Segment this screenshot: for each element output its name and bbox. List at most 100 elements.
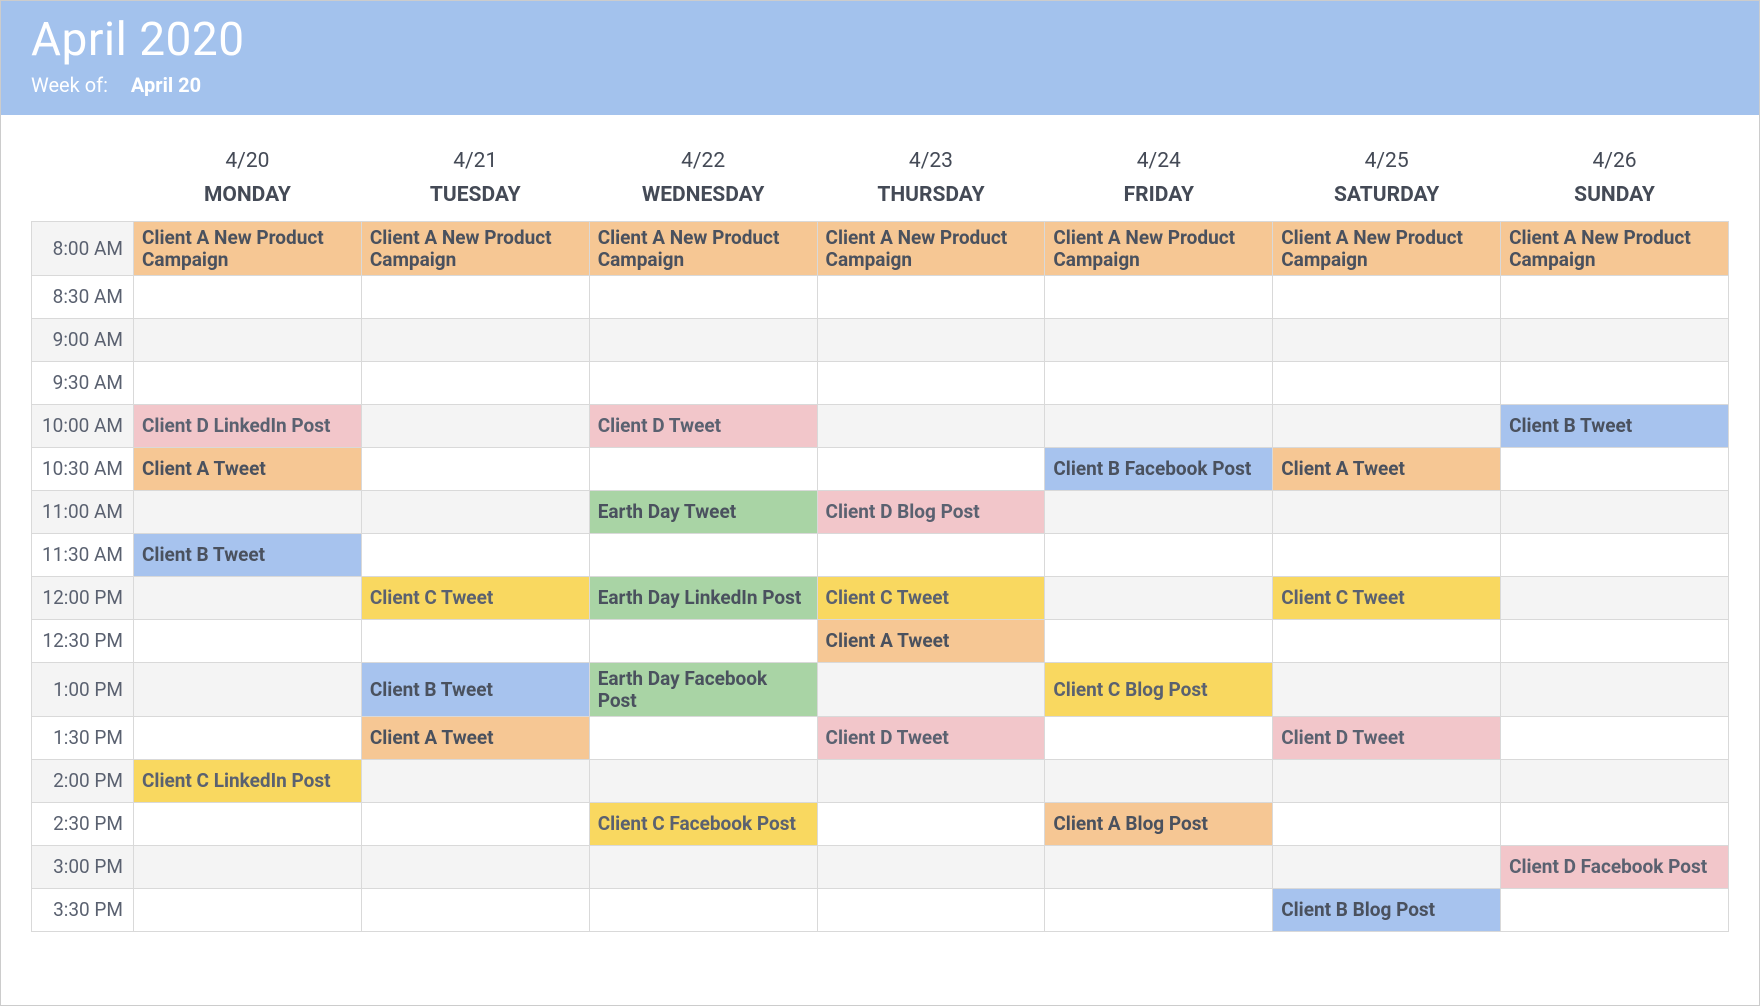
calendar-event[interactable]: Client C Tweet: [817, 577, 1045, 620]
calendar-cell[interactable]: [1501, 362, 1729, 405]
calendar-cell[interactable]: [1501, 534, 1729, 577]
calendar-cell[interactable]: [1045, 319, 1273, 362]
calendar-cell[interactable]: [1501, 319, 1729, 362]
calendar-cell[interactable]: [1501, 760, 1729, 803]
calendar-cell[interactable]: [589, 319, 817, 362]
calendar-cell[interactable]: [817, 448, 1045, 491]
calendar-cell[interactable]: [1501, 577, 1729, 620]
calendar-cell[interactable]: [1045, 534, 1273, 577]
calendar-cell[interactable]: [1045, 889, 1273, 932]
calendar-event[interactable]: Client A Tweet: [817, 620, 1045, 663]
calendar-cell[interactable]: [589, 276, 817, 319]
calendar-event[interactable]: Client A New Product Campaign: [134, 222, 362, 276]
calendar-cell[interactable]: [134, 717, 362, 760]
calendar-cell[interactable]: [361, 448, 589, 491]
calendar-cell[interactable]: [817, 362, 1045, 405]
calendar-cell[interactable]: [361, 319, 589, 362]
calendar-cell[interactable]: [1273, 405, 1501, 448]
calendar-cell[interactable]: [1501, 620, 1729, 663]
calendar-event[interactable]: Client C Tweet: [361, 577, 589, 620]
calendar-event[interactable]: Client A New Product Campaign: [817, 222, 1045, 276]
calendar-cell[interactable]: [589, 717, 817, 760]
calendar-event[interactable]: Earth Day LinkedIn Post: [589, 577, 817, 620]
calendar-event[interactable]: Client D Facebook Post: [1501, 846, 1729, 889]
calendar-event[interactable]: Client B Tweet: [361, 663, 589, 717]
calendar-event[interactable]: Client D Tweet: [817, 717, 1045, 760]
calendar-event[interactable]: Client B Tweet: [1501, 405, 1729, 448]
calendar-cell[interactable]: [1273, 276, 1501, 319]
calendar-cell[interactable]: [1501, 717, 1729, 760]
calendar-event[interactable]: Client D Tweet: [1273, 717, 1501, 760]
calendar-event[interactable]: Client D LinkedIn Post: [134, 405, 362, 448]
calendar-cell[interactable]: [589, 760, 817, 803]
calendar-cell[interactable]: [1045, 362, 1273, 405]
calendar-event[interactable]: Client D Tweet: [589, 405, 817, 448]
calendar-event[interactable]: Client A New Product Campaign: [361, 222, 589, 276]
calendar-cell[interactable]: [134, 276, 362, 319]
calendar-cell[interactable]: [817, 405, 1045, 448]
calendar-event[interactable]: Client B Facebook Post: [1045, 448, 1273, 491]
calendar-cell[interactable]: [1273, 803, 1501, 846]
calendar-cell[interactable]: [1045, 577, 1273, 620]
calendar-cell[interactable]: [1045, 276, 1273, 319]
calendar-cell[interactable]: [1045, 491, 1273, 534]
calendar-cell[interactable]: [1501, 803, 1729, 846]
calendar-event[interactable]: Client C Tweet: [1273, 577, 1501, 620]
calendar-cell[interactable]: [134, 362, 362, 405]
calendar-event[interactable]: Client A New Product Campaign: [589, 222, 817, 276]
calendar-cell[interactable]: [134, 663, 362, 717]
calendar-cell[interactable]: [817, 534, 1045, 577]
calendar-event[interactable]: Earth Day Facebook Post: [589, 663, 817, 717]
calendar-event[interactable]: Client C Blog Post: [1045, 663, 1273, 717]
calendar-cell[interactable]: [589, 534, 817, 577]
calendar-cell[interactable]: [589, 846, 817, 889]
calendar-event[interactable]: Client C LinkedIn Post: [134, 760, 362, 803]
calendar-cell[interactable]: [817, 319, 1045, 362]
calendar-cell[interactable]: [589, 889, 817, 932]
calendar-cell[interactable]: [361, 491, 589, 534]
calendar-cell[interactable]: [361, 276, 589, 319]
calendar-cell[interactable]: [361, 534, 589, 577]
calendar-cell[interactable]: [817, 803, 1045, 846]
calendar-cell[interactable]: [1273, 319, 1501, 362]
calendar-event[interactable]: Client A Tweet: [1273, 448, 1501, 491]
calendar-event[interactable]: Client A New Product Campaign: [1273, 222, 1501, 276]
calendar-cell[interactable]: [134, 803, 362, 846]
calendar-cell[interactable]: [817, 760, 1045, 803]
calendar-event[interactable]: Client B Tweet: [134, 534, 362, 577]
calendar-cell[interactable]: [361, 405, 589, 448]
calendar-cell[interactable]: [361, 760, 589, 803]
calendar-cell[interactable]: [134, 846, 362, 889]
calendar-cell[interactable]: [1273, 534, 1501, 577]
calendar-event[interactable]: Earth Day Tweet: [589, 491, 817, 534]
calendar-event[interactable]: Client A New Product Campaign: [1501, 222, 1729, 276]
calendar-cell[interactable]: [1501, 889, 1729, 932]
calendar-cell[interactable]: [134, 491, 362, 534]
calendar-cell[interactable]: [134, 889, 362, 932]
calendar-event[interactable]: Client D Blog Post: [817, 491, 1045, 534]
calendar-cell[interactable]: [817, 276, 1045, 319]
calendar-cell[interactable]: [1045, 717, 1273, 760]
calendar-event[interactable]: Client A Tweet: [134, 448, 362, 491]
calendar-cell[interactable]: [361, 803, 589, 846]
calendar-cell[interactable]: [589, 448, 817, 491]
calendar-cell[interactable]: [1045, 846, 1273, 889]
calendar-cell[interactable]: [1273, 663, 1501, 717]
calendar-cell[interactable]: [1501, 663, 1729, 717]
calendar-cell[interactable]: [1273, 760, 1501, 803]
calendar-event[interactable]: Client A Tweet: [361, 717, 589, 760]
calendar-cell[interactable]: [1273, 491, 1501, 534]
calendar-cell[interactable]: [817, 889, 1045, 932]
calendar-event[interactable]: Client B Blog Post: [1273, 889, 1501, 932]
calendar-cell[interactable]: [1045, 620, 1273, 663]
calendar-cell[interactable]: [1273, 846, 1501, 889]
calendar-cell[interactable]: [1045, 760, 1273, 803]
calendar-event[interactable]: Client C Facebook Post: [589, 803, 817, 846]
calendar-event[interactable]: Client A Blog Post: [1045, 803, 1273, 846]
calendar-cell[interactable]: [1501, 448, 1729, 491]
calendar-cell[interactable]: [361, 889, 589, 932]
calendar-cell[interactable]: [361, 362, 589, 405]
calendar-cell[interactable]: [361, 620, 589, 663]
calendar-cell[interactable]: [817, 846, 1045, 889]
calendar-cell[interactable]: [134, 620, 362, 663]
